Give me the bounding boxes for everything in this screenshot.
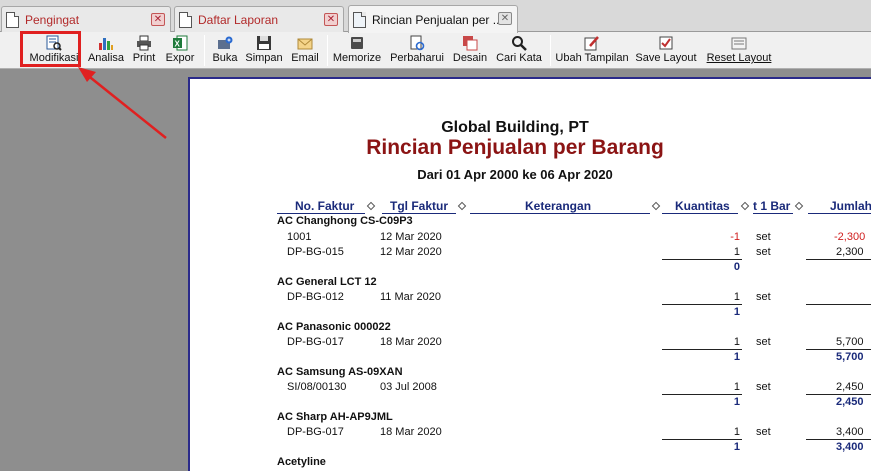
close-icon[interactable]: ✕ xyxy=(498,12,512,25)
report-icon xyxy=(353,11,366,28)
arrow-annotation xyxy=(78,67,167,139)
tab-rincian-penjualan[interactable]: Rincian Penjualan per ... ✕ xyxy=(348,5,518,33)
tab-label: Rincian Penjualan per ... xyxy=(372,12,503,27)
